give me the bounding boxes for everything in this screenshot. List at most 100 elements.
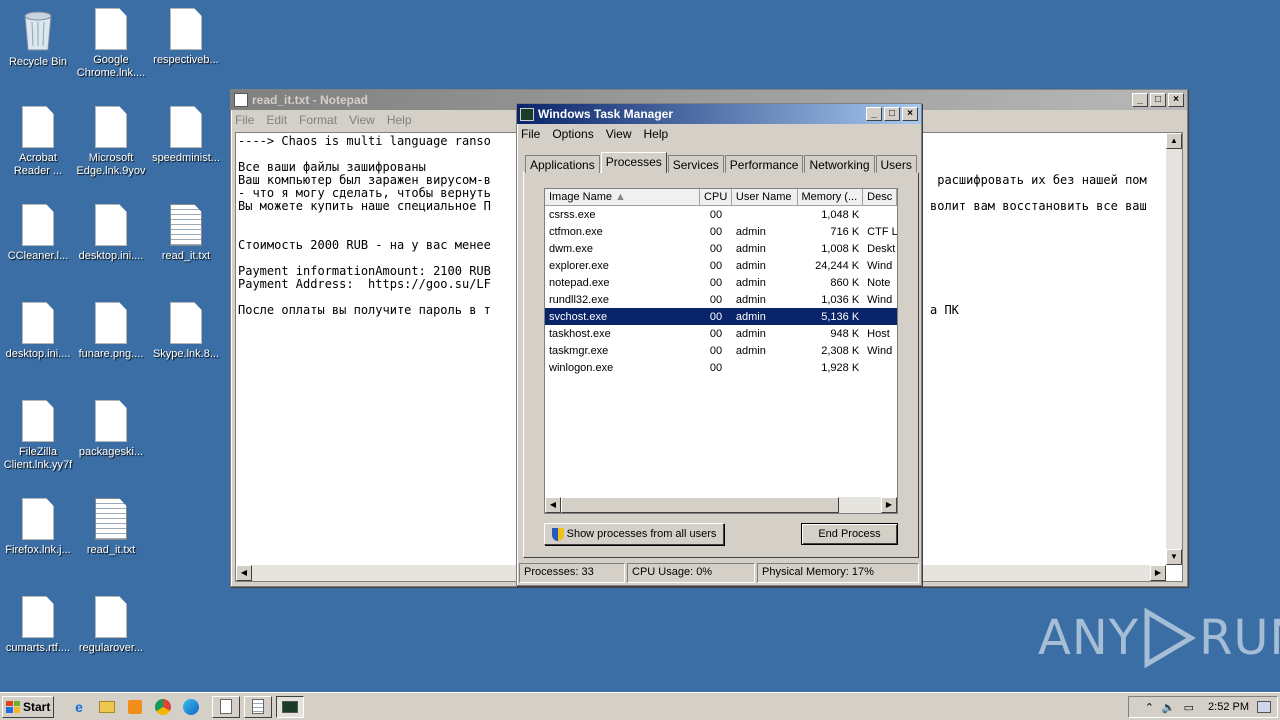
tab-networking[interactable]: Networking [804, 155, 875, 173]
edge-icon[interactable] [180, 696, 202, 718]
table-row[interactable]: svchost.exe 00 admin 5,136 K [545, 308, 897, 325]
table-row[interactable]: taskmgr.exe 00 admin 2,308 K Wind [545, 342, 897, 359]
menu-help[interactable]: Help [644, 127, 669, 141]
close-button[interactable]: × [1168, 93, 1184, 107]
vertical-scrollbar[interactable]: ▲ ▼ [1166, 133, 1182, 565]
tab-performance[interactable]: Performance [724, 155, 804, 173]
cell-cpu: 00 [709, 293, 723, 306]
desktop-icon[interactable]: Firefox.lnk.j... [0, 498, 76, 557]
cell-name: winlogon.exe [549, 361, 614, 374]
desktop-icon[interactable]: Recycle Bin [0, 8, 76, 69]
desktop-icon-label: speedminist... [152, 152, 220, 164]
cell-mem: 1,036 K [821, 293, 860, 306]
tab-processes[interactable]: Processes [600, 152, 667, 173]
taskbar-notepad-button-2[interactable] [244, 695, 272, 718]
maximize-button[interactable]: □ [884, 107, 900, 121]
clock[interactable]: 2:52 PM [1208, 701, 1249, 713]
cell-mem: 1,048 K [821, 208, 860, 221]
file-icon [95, 302, 127, 344]
close-button[interactable]: × [902, 107, 918, 121]
desktop-icon[interactable]: regularover... [73, 596, 149, 655]
desktop-icon-label: Firefox.lnk.j... [5, 544, 71, 556]
desktop-icon[interactable]: cumarts.rtf.... [0, 596, 76, 655]
menu-view[interactable]: View [349, 113, 375, 127]
table-row[interactable]: explorer.exe 00 admin 24,244 K Wind [545, 257, 897, 274]
cell-name: dwm.exe [549, 242, 594, 255]
table-row[interactable]: rundll32.exe 00 admin 1,036 K Wind [545, 291, 897, 308]
start-button[interactable]: Start [2, 695, 54, 718]
desktop-icon[interactable]: Google Chrome.lnk.... [73, 8, 149, 80]
desktop-icon[interactable]: read_it.txt [148, 204, 224, 263]
task-manager-icon [282, 700, 298, 713]
task-manager-window[interactable]: Windows Task Manager _ □ × File Options … [516, 103, 922, 586]
scroll-down-button[interactable]: ▼ [1166, 549, 1182, 565]
file-icon [170, 302, 202, 344]
cell-cpu: 00 [709, 327, 723, 340]
desktop-icon[interactable]: packageski... [73, 400, 149, 459]
desktop-icon-label: Microsoft Edge.lnk.9yov [76, 152, 146, 177]
column-image-name[interactable]: Image Name ▲ [545, 189, 701, 205]
scroll-thumb[interactable] [561, 497, 839, 513]
desktop-icon[interactable]: speedminist... [148, 106, 224, 165]
process-list[interactable]: Image Name ▲ CPU User Name Memory (... D… [544, 188, 898, 514]
chrome-icon[interactable] [152, 696, 174, 718]
menu-help[interactable]: Help [387, 113, 412, 127]
column-cpu[interactable]: CPU [700, 189, 732, 205]
desktop-icon[interactable]: FileZilla Client.lnk.yy7f [0, 400, 76, 472]
taskbar-task-manager-button[interactable] [276, 695, 304, 718]
maximize-button[interactable]: □ [1150, 93, 1166, 107]
show-desktop-icon[interactable] [1257, 701, 1271, 713]
table-row[interactable]: notepad.exe 00 admin 860 K Note [545, 274, 897, 291]
table-row[interactable]: csrss.exe 00 1,048 K [545, 206, 897, 223]
desktop-icon[interactable]: Microsoft Edge.lnk.9yov [73, 106, 149, 178]
menu-file[interactable]: File [235, 113, 254, 127]
desktop-icon[interactable]: CCleaner.l... [0, 204, 76, 263]
table-row[interactable]: ctfmon.exe 00 admin 716 K CTF L [545, 223, 897, 240]
scroll-right-button[interactable]: ▶ [1150, 565, 1166, 581]
column-description[interactable]: Desc [863, 189, 897, 205]
folder-icon[interactable] [96, 696, 118, 718]
table-row[interactable]: taskhost.exe 00 admin 948 K Host [545, 325, 897, 342]
desktop-icon-label: Skype.lnk.8... [152, 348, 220, 360]
desktop-icon[interactable]: Skype.lnk.8... [148, 302, 224, 361]
desktop-icon[interactable]: funare.png.... [73, 302, 149, 361]
desktop-icon[interactable]: read_it.txt [73, 498, 149, 557]
list-horizontal-scrollbar[interactable]: ◀ ▶ [545, 497, 897, 513]
tab-services[interactable]: Services [667, 155, 724, 173]
taskbar-notepad-button[interactable] [212, 695, 240, 718]
tray-expand-icon[interactable]: ⌃ [1145, 701, 1154, 714]
column-memory[interactable]: Memory (... [798, 189, 864, 205]
desktop-icon[interactable]: desktop.ini.... [0, 302, 76, 361]
cell-mem: 1,928 K [821, 361, 860, 374]
end-process-button[interactable]: End Process [801, 523, 898, 545]
file-icon [95, 204, 127, 246]
scroll-left-button[interactable]: ◀ [545, 497, 561, 513]
menu-view[interactable]: View [606, 127, 632, 141]
minimize-button[interactable]: _ [1132, 93, 1148, 107]
media-player-icon[interactable] [124, 696, 146, 718]
scroll-right-button[interactable]: ▶ [881, 497, 897, 513]
task-manager-titlebar[interactable]: Windows Task Manager _ □ × [517, 104, 921, 124]
menu-file[interactable]: File [521, 127, 540, 141]
minimize-button[interactable]: _ [866, 107, 882, 121]
internet-explorer-icon[interactable]: e [68, 696, 90, 718]
tab-applications[interactable]: Applications [525, 155, 600, 173]
column-user-name[interactable]: User Name [732, 189, 798, 205]
network-icon[interactable]: ▭ [1184, 701, 1194, 714]
menu-format[interactable]: Format [299, 113, 337, 127]
scroll-left-button[interactable]: ◀ [236, 565, 252, 581]
file-icon [22, 106, 54, 148]
volume-icon[interactable]: 🔈 [1162, 701, 1176, 714]
desktop-icon[interactable]: desktop.ini.... [73, 204, 149, 263]
menu-options[interactable]: Options [552, 127, 593, 141]
scroll-up-button[interactable]: ▲ [1166, 133, 1182, 149]
table-row[interactable]: dwm.exe 00 admin 1,008 K Deskt [545, 240, 897, 257]
desktop-icon[interactable]: Acrobat Reader ... [0, 106, 76, 178]
menu-edit[interactable]: Edit [266, 113, 287, 127]
recycle-bin-icon [21, 8, 55, 52]
start-label: Start [23, 699, 51, 714]
show-all-processes-button[interactable]: Show processes from all users [544, 523, 724, 545]
table-row[interactable]: winlogon.exe 00 1,928 K [545, 359, 897, 376]
desktop-icon[interactable]: respectiveb... [148, 8, 224, 67]
tab-users[interactable]: Users [875, 155, 917, 173]
